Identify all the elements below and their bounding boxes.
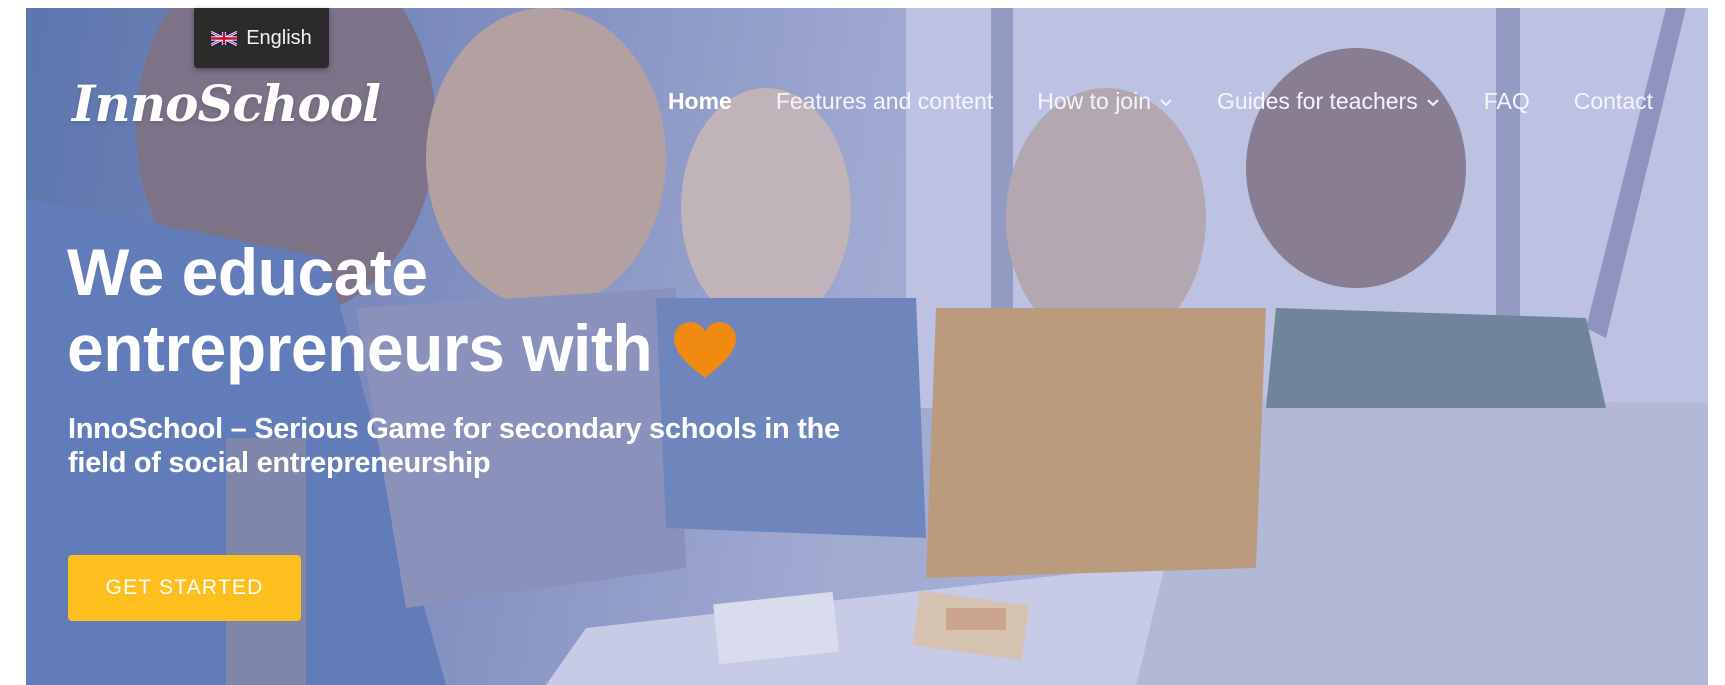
chevron-down-icon [1160, 98, 1172, 106]
language-switcher[interactable]: English [194, 8, 329, 68]
headline-line-2: entrepreneurs with [67, 311, 653, 385]
nav-item-label: Guides for teachers [1217, 88, 1418, 114]
main-nav: Home Features and content How to join Gu… [668, 88, 1653, 115]
nav-item-faq[interactable]: FAQ [1484, 88, 1530, 115]
nav-item-how-to-join[interactable]: How to join [1037, 88, 1173, 115]
nav-item-label: Home [667, 88, 732, 114]
nav-item-label: How to join [1037, 88, 1151, 114]
nav-item-guides-for-teachers[interactable]: Guides for teachers [1217, 88, 1440, 115]
nav-item-label: FAQ [1483, 88, 1530, 114]
hero-subtitle: InnoSchool – Serious Game for secondary … [68, 413, 840, 479]
headline-line-2-row: entrepreneurs with [67, 310, 738, 386]
nav-item-label: Contact [1573, 88, 1653, 114]
hero-headline: We educate entrepreneurs with [67, 234, 738, 386]
nav-item-home[interactable]: Home [668, 88, 732, 115]
chevron-down-icon [1427, 98, 1439, 106]
heart-icon [674, 322, 737, 378]
language-label: English [246, 26, 312, 49]
site-logo[interactable]: InnoSchool [72, 74, 381, 133]
headline-line-1: We educate [67, 235, 428, 309]
get-started-button[interactable]: GET STARTED [68, 555, 301, 621]
uk-flag-icon [211, 30, 238, 46]
nav-item-features-and-content[interactable]: Features and content [776, 88, 993, 115]
nav-item-label: Features and content [775, 88, 994, 114]
nav-item-contact[interactable]: Contact [1574, 88, 1653, 115]
